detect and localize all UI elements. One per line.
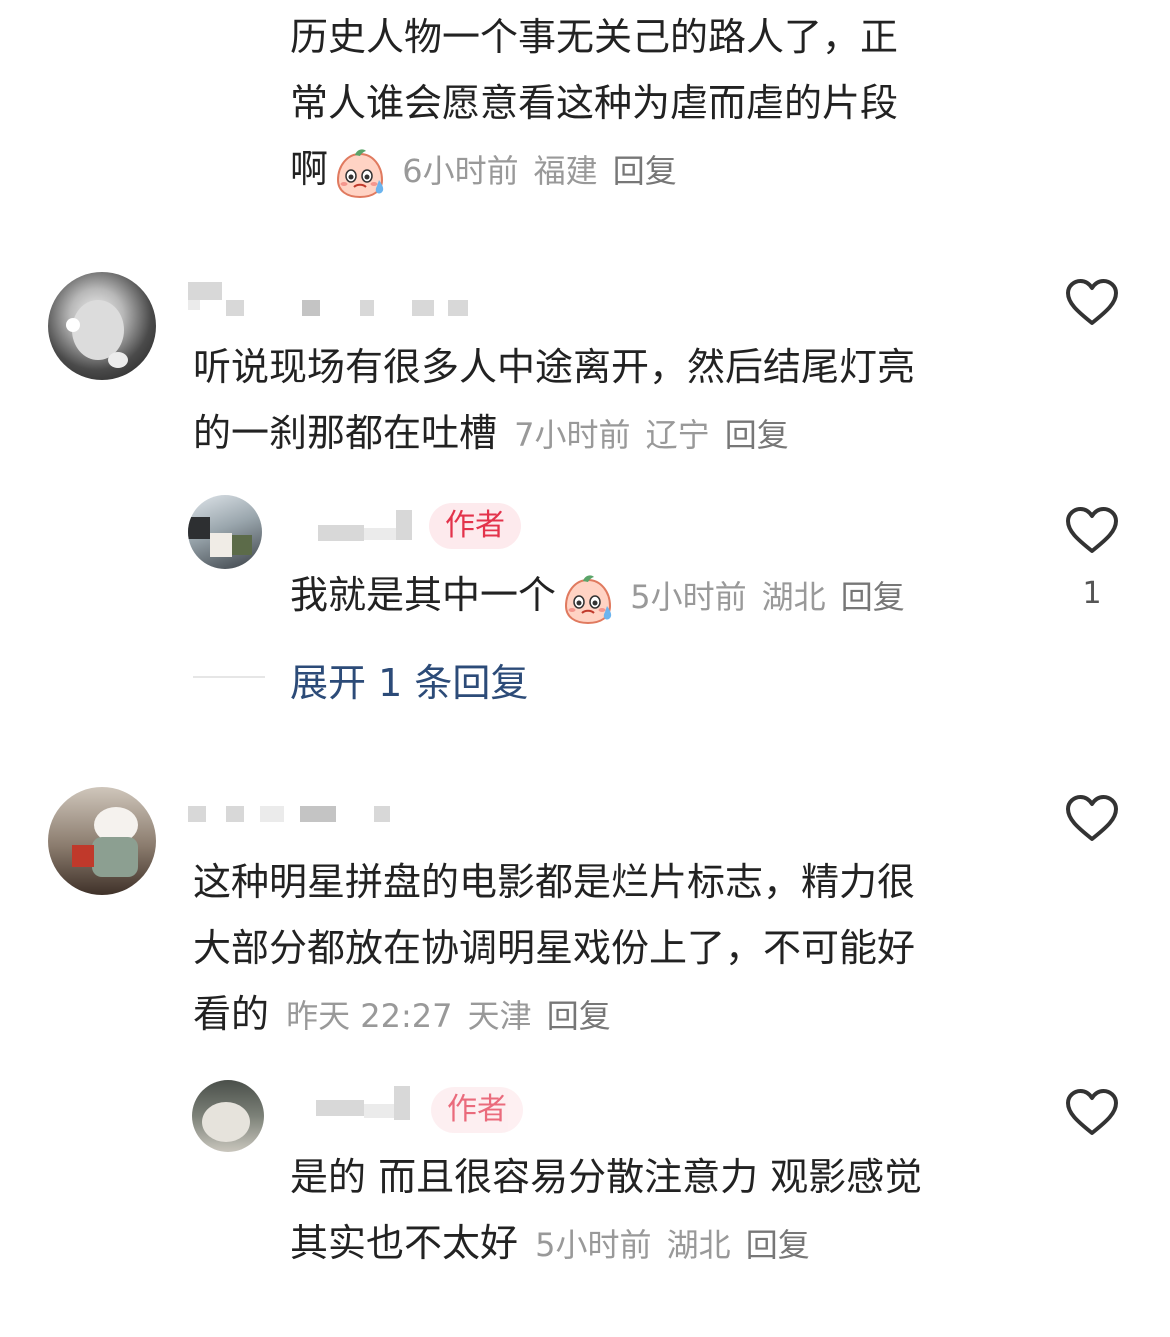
comment-text-line: 看的 [193, 992, 270, 1036]
comment-text-line: 啊 [290, 147, 329, 191]
comment-location: 天津 [467, 997, 532, 1035]
reply-button[interactable]: 回复 [547, 997, 611, 1035]
reply-button[interactable]: 回复 [841, 578, 905, 616]
reply-button[interactable]: 回复 [613, 152, 677, 190]
like-count: 1 [1082, 576, 1102, 611]
sweat-smile-emoji-icon [561, 572, 615, 626]
comment-location: 福建 [533, 152, 598, 190]
avatar[interactable] [48, 272, 156, 380]
heart-icon[interactable] [1065, 278, 1119, 326]
author-badge: 作者 [429, 503, 521, 549]
reply-time: 5小时前 [535, 1226, 652, 1264]
reply-location: 湖北 [761, 578, 826, 616]
reply-text-line: 其实也不太好 [290, 1221, 519, 1265]
heart-icon[interactable] [1065, 506, 1119, 554]
comment-text-line: 的一刹那都在吐槽 [193, 411, 498, 455]
comment-text-line: 听说现场有很多人中途离开，然后结尾灯亮 [193, 345, 916, 389]
comment-text-line: 常人谁会愿意看这种为虐而虐的片段 [290, 81, 899, 125]
reply-button[interactable]: 回复 [746, 1226, 810, 1264]
comment-location: 辽宁 [645, 416, 710, 454]
comment-time: 昨天 22:27 [286, 997, 453, 1035]
comment-text-line: 这种明星拼盘的电影都是烂片标志，精力很 [193, 860, 916, 904]
author-avatar[interactable] [188, 495, 262, 569]
comment-text-line: 大部分都放在协调明星戏份上了，不可能好 [193, 926, 916, 970]
reply-button[interactable]: 回复 [725, 416, 789, 454]
expand-divider [193, 676, 265, 678]
reply-text: 我就是其中一个 [290, 573, 557, 617]
expand-replies-button[interactable]: 展开 1 条回复 [290, 652, 528, 707]
comment-time: 7小时前 [514, 416, 631, 454]
sweat-smile-emoji-icon [333, 146, 387, 200]
author-badge: 作者 [431, 1087, 523, 1133]
reply-location: 湖北 [666, 1226, 731, 1264]
comment-text-line: 历史人物一个事无关己的路人了，正 [290, 15, 899, 59]
reply-time: 5小时前 [630, 578, 747, 616]
heart-icon[interactable] [1065, 1088, 1119, 1136]
author-avatar[interactable] [192, 1080, 264, 1152]
reply-text-line: 是的 而且很容易分散注意力 观影感觉 [290, 1155, 923, 1199]
avatar[interactable] [48, 787, 156, 895]
heart-icon[interactable] [1065, 794, 1119, 842]
comment-time: 6小时前 [402, 152, 519, 190]
